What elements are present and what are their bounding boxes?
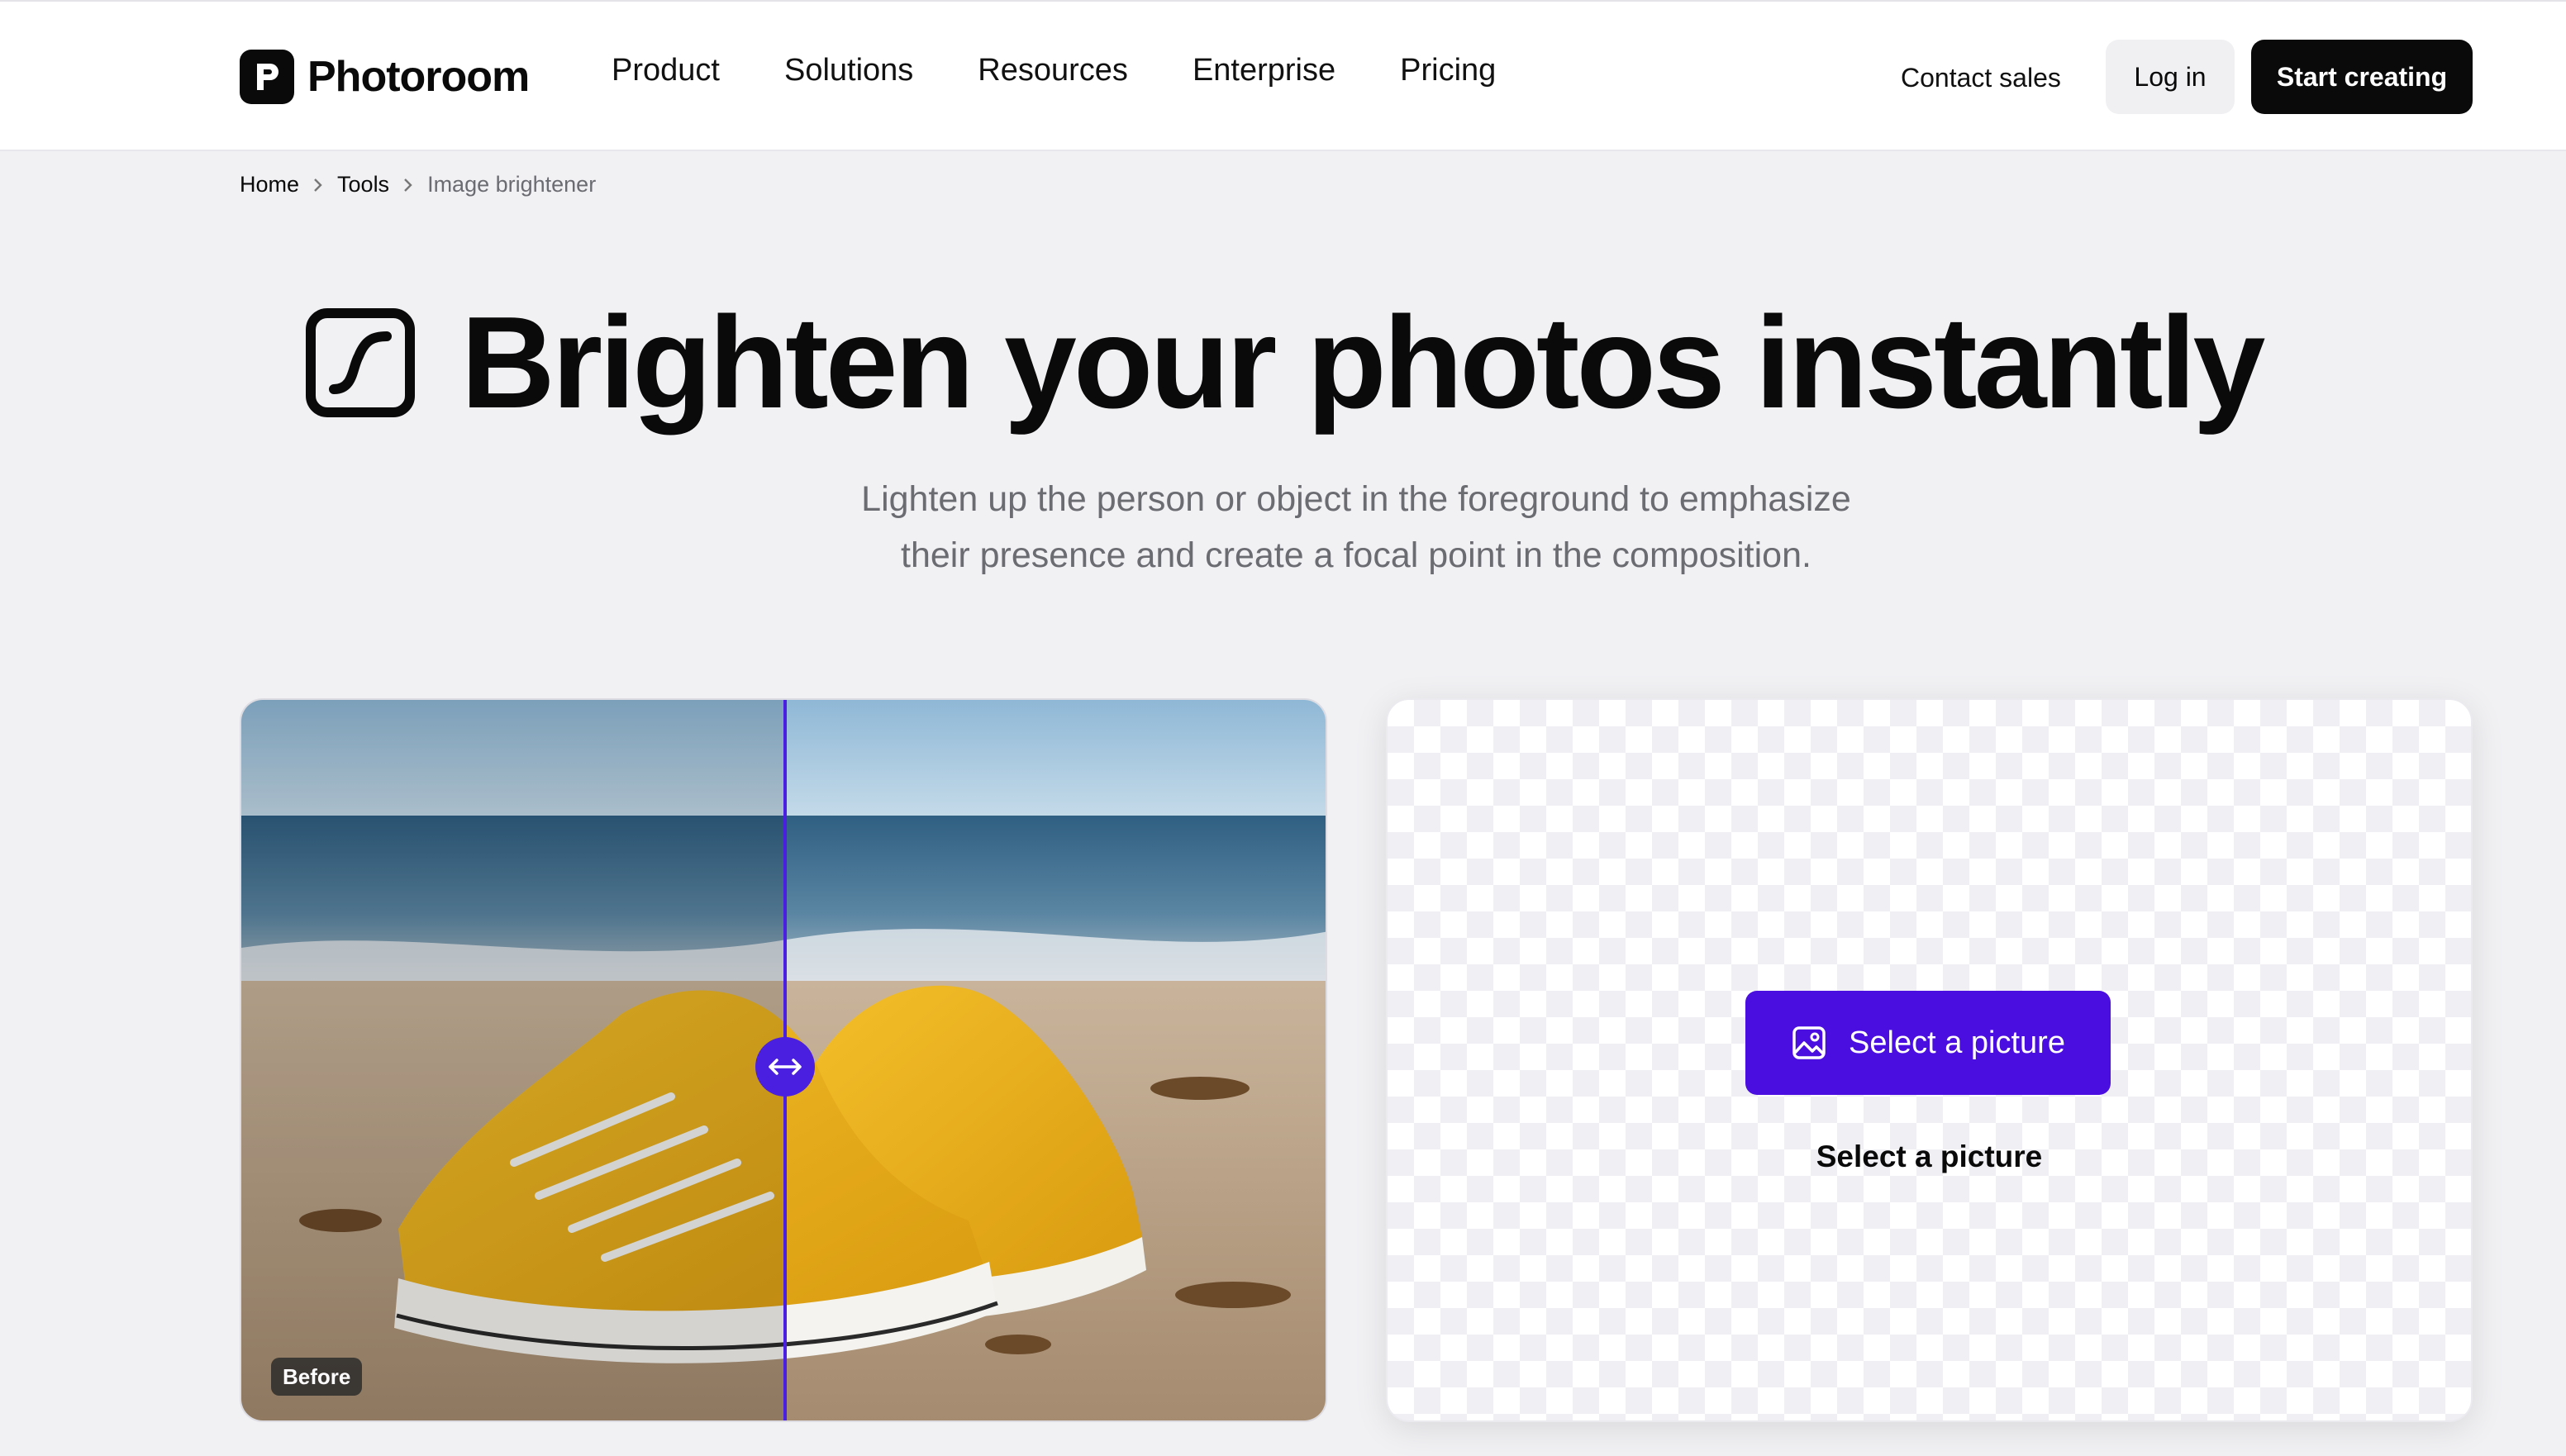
login-button[interactable]: Log in <box>2106 40 2235 114</box>
nav-resources[interactable]: Resources <box>978 53 1128 88</box>
breadcrumb: Home Tools Image brightener <box>240 172 596 197</box>
select-picture-button-label: Select a picture <box>1849 1025 2065 1060</box>
start-creating-button[interactable]: Start creating <box>2251 40 2473 114</box>
comparison-slider-handle[interactable] <box>755 1037 815 1097</box>
nav-solutions[interactable]: Solutions <box>784 53 913 88</box>
upload-panel[interactable]: Select a picture Select a picture <box>1386 698 2473 1422</box>
chevron-right-icon <box>404 178 412 192</box>
contact-sales-link[interactable]: Contact sales <box>1901 63 2061 93</box>
brightness-curve-icon <box>305 308 415 417</box>
breadcrumb-home[interactable]: Home <box>240 172 299 197</box>
nav-pricing[interactable]: Pricing <box>1400 53 1496 88</box>
select-picture-caption: Select a picture <box>1816 1140 2043 1173</box>
hero-heading: Brighten your photos instantly <box>0 297 2566 428</box>
breadcrumb-tools[interactable]: Tools <box>337 172 389 197</box>
select-picture-button[interactable]: Select a picture <box>1745 991 2111 1095</box>
photoroom-logo-icon <box>240 50 294 104</box>
brand-name: Photoroom <box>307 53 530 101</box>
nav-product[interactable]: Product <box>612 53 720 88</box>
breadcrumb-current: Image brightener <box>427 172 597 197</box>
main-nav: Product Solutions Resources Enterprise P… <box>612 53 1496 88</box>
nav-enterprise[interactable]: Enterprise <box>1193 53 1335 88</box>
hero-subtitle: Lighten up the person or object in the f… <box>0 471 2566 583</box>
image-icon <box>1792 1026 1826 1059</box>
arrows-horizontal-icon <box>769 1059 802 1075</box>
before-label: Before <box>271 1358 363 1396</box>
subtitle-line-1: Lighten up the person or object in the f… <box>861 479 1851 519</box>
before-after-comparison[interactable]: Before <box>240 698 1327 1422</box>
page-title: Brighten your photos instantly <box>460 290 2266 435</box>
subtitle-line-2: their presence and create a focal point … <box>901 535 1811 575</box>
chevron-right-icon <box>314 178 322 192</box>
top-navigation-bar: Photoroom Product Solutions Resources En… <box>0 0 2566 151</box>
brand-logo[interactable]: Photoroom <box>240 48 530 106</box>
